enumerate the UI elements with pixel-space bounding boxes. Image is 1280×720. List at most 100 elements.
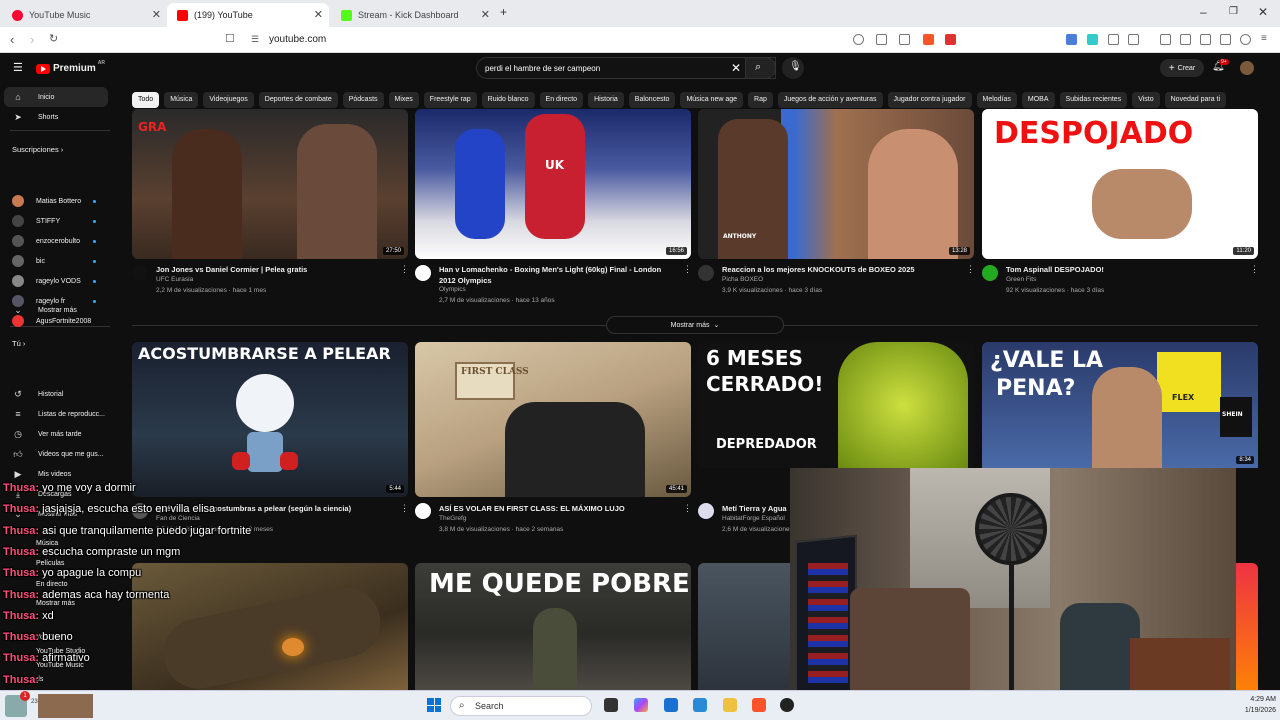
video-thumbnail[interactable]: FIRST CLASS 45:41 <box>415 342 691 497</box>
video-title[interactable]: ASÍ ES VOLAR EN FIRST CLASS: EL MÁXIMO L… <box>439 503 679 514</box>
new-tab-icon[interactable]: + <box>500 5 507 19</box>
you-header[interactable]: Tú › <box>12 339 25 348</box>
puzzle-icon[interactable] <box>1108 34 1119 45</box>
sidebar-subscription[interactable]: rageylo VODS <box>4 271 108 291</box>
sidebar-subscription[interactable]: rageylo fr <box>4 291 108 311</box>
task-view-icon[interactable] <box>604 698 618 712</box>
channel-avatar[interactable] <box>982 265 998 281</box>
tab-kick[interactable]: Stream - Kick Dashboard ✕ <box>331 3 496 27</box>
sidebar-item-you[interactable]: ↺ Historial <box>4 384 108 404</box>
video-thumbnail[interactable] <box>698 563 790 690</box>
windows-start-icon[interactable] <box>427 698 441 712</box>
filter-chip[interactable]: Freestyle rap <box>423 92 477 108</box>
clear-search-icon[interactable]: ✕ <box>731 61 741 75</box>
sidebar-subscription[interactable]: Matias Bottero <box>4 191 108 211</box>
video-title[interactable]: Reaccion a los mejores KNOCKOUTS de BOXE… <box>722 264 962 275</box>
outlook-icon[interactable] <box>693 698 707 712</box>
share-icon[interactable] <box>899 34 910 45</box>
account-avatar[interactable] <box>1240 61 1254 75</box>
copilot-icon[interactable] <box>634 698 648 712</box>
music-icon[interactable] <box>1160 34 1171 45</box>
extension-icon[interactable] <box>1087 34 1098 45</box>
channel-name[interactable]: Green Fits <box>1006 276 1036 283</box>
video-title[interactable]: Jon Jones vs Daniel Cormier | Pelea grat… <box>156 264 396 275</box>
menu-icon[interactable]: ≡ <box>1261 33 1267 44</box>
sidebar-subscription[interactable]: bic <box>4 251 108 271</box>
subscriptions-header[interactable]: Suscripciones › <box>12 145 63 154</box>
filter-chip[interactable]: Jugador contra jugador <box>887 92 972 108</box>
show-more-button[interactable]: Mostrar más ⌄ <box>606 316 784 334</box>
channel-name[interactable]: TheGrefg <box>439 515 466 522</box>
sidebar-item-shorts[interactable]: ➤ Shorts <box>4 107 108 127</box>
file-explorer-icon[interactable] <box>723 698 737 712</box>
more-options-icon[interactable]: ⋮ <box>400 503 409 514</box>
vpn-icon[interactable] <box>1240 34 1251 45</box>
more-options-icon[interactable]: ⋮ <box>400 264 409 275</box>
more-options-icon[interactable]: ⋮ <box>683 264 692 275</box>
cast-icon[interactable] <box>876 34 887 45</box>
create-button[interactable]: + Crear <box>1160 59 1204 77</box>
filter-chip[interactable]: Ruido blanco <box>481 92 535 108</box>
sidebar-item-you[interactable]: 👍︎ Videos que me gus... <box>4 444 108 464</box>
tab-youtube-music[interactable]: YouTube Music ✕ <box>2 3 167 27</box>
filter-chip[interactable]: Pódcasts <box>342 92 384 108</box>
minimize-icon[interactable]: – <box>1200 5 1207 19</box>
voice-search-button[interactable]: 🎙︎ <box>782 57 804 79</box>
youtube-logo[interactable]: Premium AR <box>36 60 105 74</box>
channel-name[interactable]: HabitatForge Español <box>722 515 785 522</box>
video-title[interactable]: Han v Lomachenko - Boxing Men's Light (6… <box>439 264 679 286</box>
window-close-icon[interactable]: ✕ <box>1258 5 1268 19</box>
taskbar-clock[interactable]: 4:29 AM 1/19/2026 <box>1238 694 1276 716</box>
sidebar-item-you[interactable]: ≡ Listas de reproducc... <box>4 404 108 424</box>
filter-chip[interactable]: Todo <box>132 92 160 108</box>
media-icon[interactable] <box>1128 34 1139 45</box>
forward-icon[interactable]: › <box>30 32 34 47</box>
search-input[interactable] <box>485 64 725 73</box>
filter-chip[interactable]: Melodías <box>976 92 1017 108</box>
video-thumbnail[interactable]: 6 MESES CERRADO! DEPREDADOR <box>698 342 974 468</box>
address-field[interactable]: youtube.com <box>269 34 326 45</box>
filter-chip[interactable]: En directo <box>539 92 584 108</box>
filter-chip[interactable]: Juegos de acción y aventuras <box>777 92 883 108</box>
sidebar-item-home[interactable]: ⌂ Inicio <box>4 87 108 107</box>
video-thumbnail[interactable]: ACOSTUMBRARSE A PELEAR 5:44 <box>132 342 408 497</box>
tab-youtube[interactable]: (199) YouTube ✕ <box>167 3 329 27</box>
channel-name[interactable]: Olympics <box>439 286 466 293</box>
bookmark-icon[interactable]: ☐ <box>225 32 235 45</box>
more-options-icon[interactable]: ⋮ <box>966 264 975 275</box>
channel-name[interactable]: Picha BOXEO <box>722 276 763 283</box>
sidebar-subscription[interactable]: STIFFY <box>4 211 108 231</box>
filter-chip[interactable]: MOBA <box>1021 92 1055 108</box>
close-icon[interactable]: ✕ <box>481 8 490 21</box>
search-button[interactable]: ⌕ <box>745 57 776 79</box>
channel-name[interactable]: UFC Eurasia <box>156 276 193 283</box>
translate-icon[interactable] <box>1066 34 1077 45</box>
channel-avatar[interactable] <box>415 503 431 519</box>
back-icon[interactable]: ‹ <box>10 32 14 47</box>
filter-chip[interactable]: Novedad para ti <box>1164 92 1227 108</box>
close-icon[interactable]: ✕ <box>152 8 161 21</box>
filter-chip[interactable]: Música <box>164 92 199 108</box>
sidebar-subscription[interactable]: enzocerobulto <box>4 231 108 251</box>
video-thumbnail[interactable]: GRA 27:50 <box>132 109 408 259</box>
sidebar-subscription[interactable]: AgusFortnite2008 <box>4 311 108 331</box>
channel-avatar[interactable] <box>415 265 431 281</box>
sidebar-item-you[interactable]: ▶ Mis videos <box>4 464 108 484</box>
taskbar-search[interactable]: ⌕ Search <box>450 696 592 716</box>
leo-icon[interactable] <box>1220 34 1231 45</box>
video-thumbnail[interactable]: UK 16:56 <box>415 109 691 259</box>
filter-chip[interactable]: Deportes de combate <box>258 92 338 108</box>
brave-shield-icon[interactable] <box>923 34 934 45</box>
sidebar-item-you[interactable]: ◷ Ver más tarde <box>4 424 108 444</box>
hamburger-icon[interactable]: ☰ <box>13 61 23 74</box>
more-options-icon[interactable]: ⋮ <box>1250 264 1259 275</box>
filter-chip[interactable]: Música new age <box>680 92 744 108</box>
more-options-icon[interactable]: ⋮ <box>683 503 692 514</box>
brave-rewards-icon[interactable] <box>945 34 956 45</box>
sidebar-icon[interactable] <box>1180 34 1191 45</box>
brave-icon[interactable] <box>752 698 766 712</box>
video-thumbnail[interactable]: DESPOJADO 11:20 <box>982 109 1258 259</box>
filter-chip[interactable]: Historia <box>588 92 624 108</box>
video-thumbnail[interactable]: ANTHONY 13:28 <box>698 109 974 259</box>
filter-chip[interactable]: Baloncesto <box>628 92 676 108</box>
